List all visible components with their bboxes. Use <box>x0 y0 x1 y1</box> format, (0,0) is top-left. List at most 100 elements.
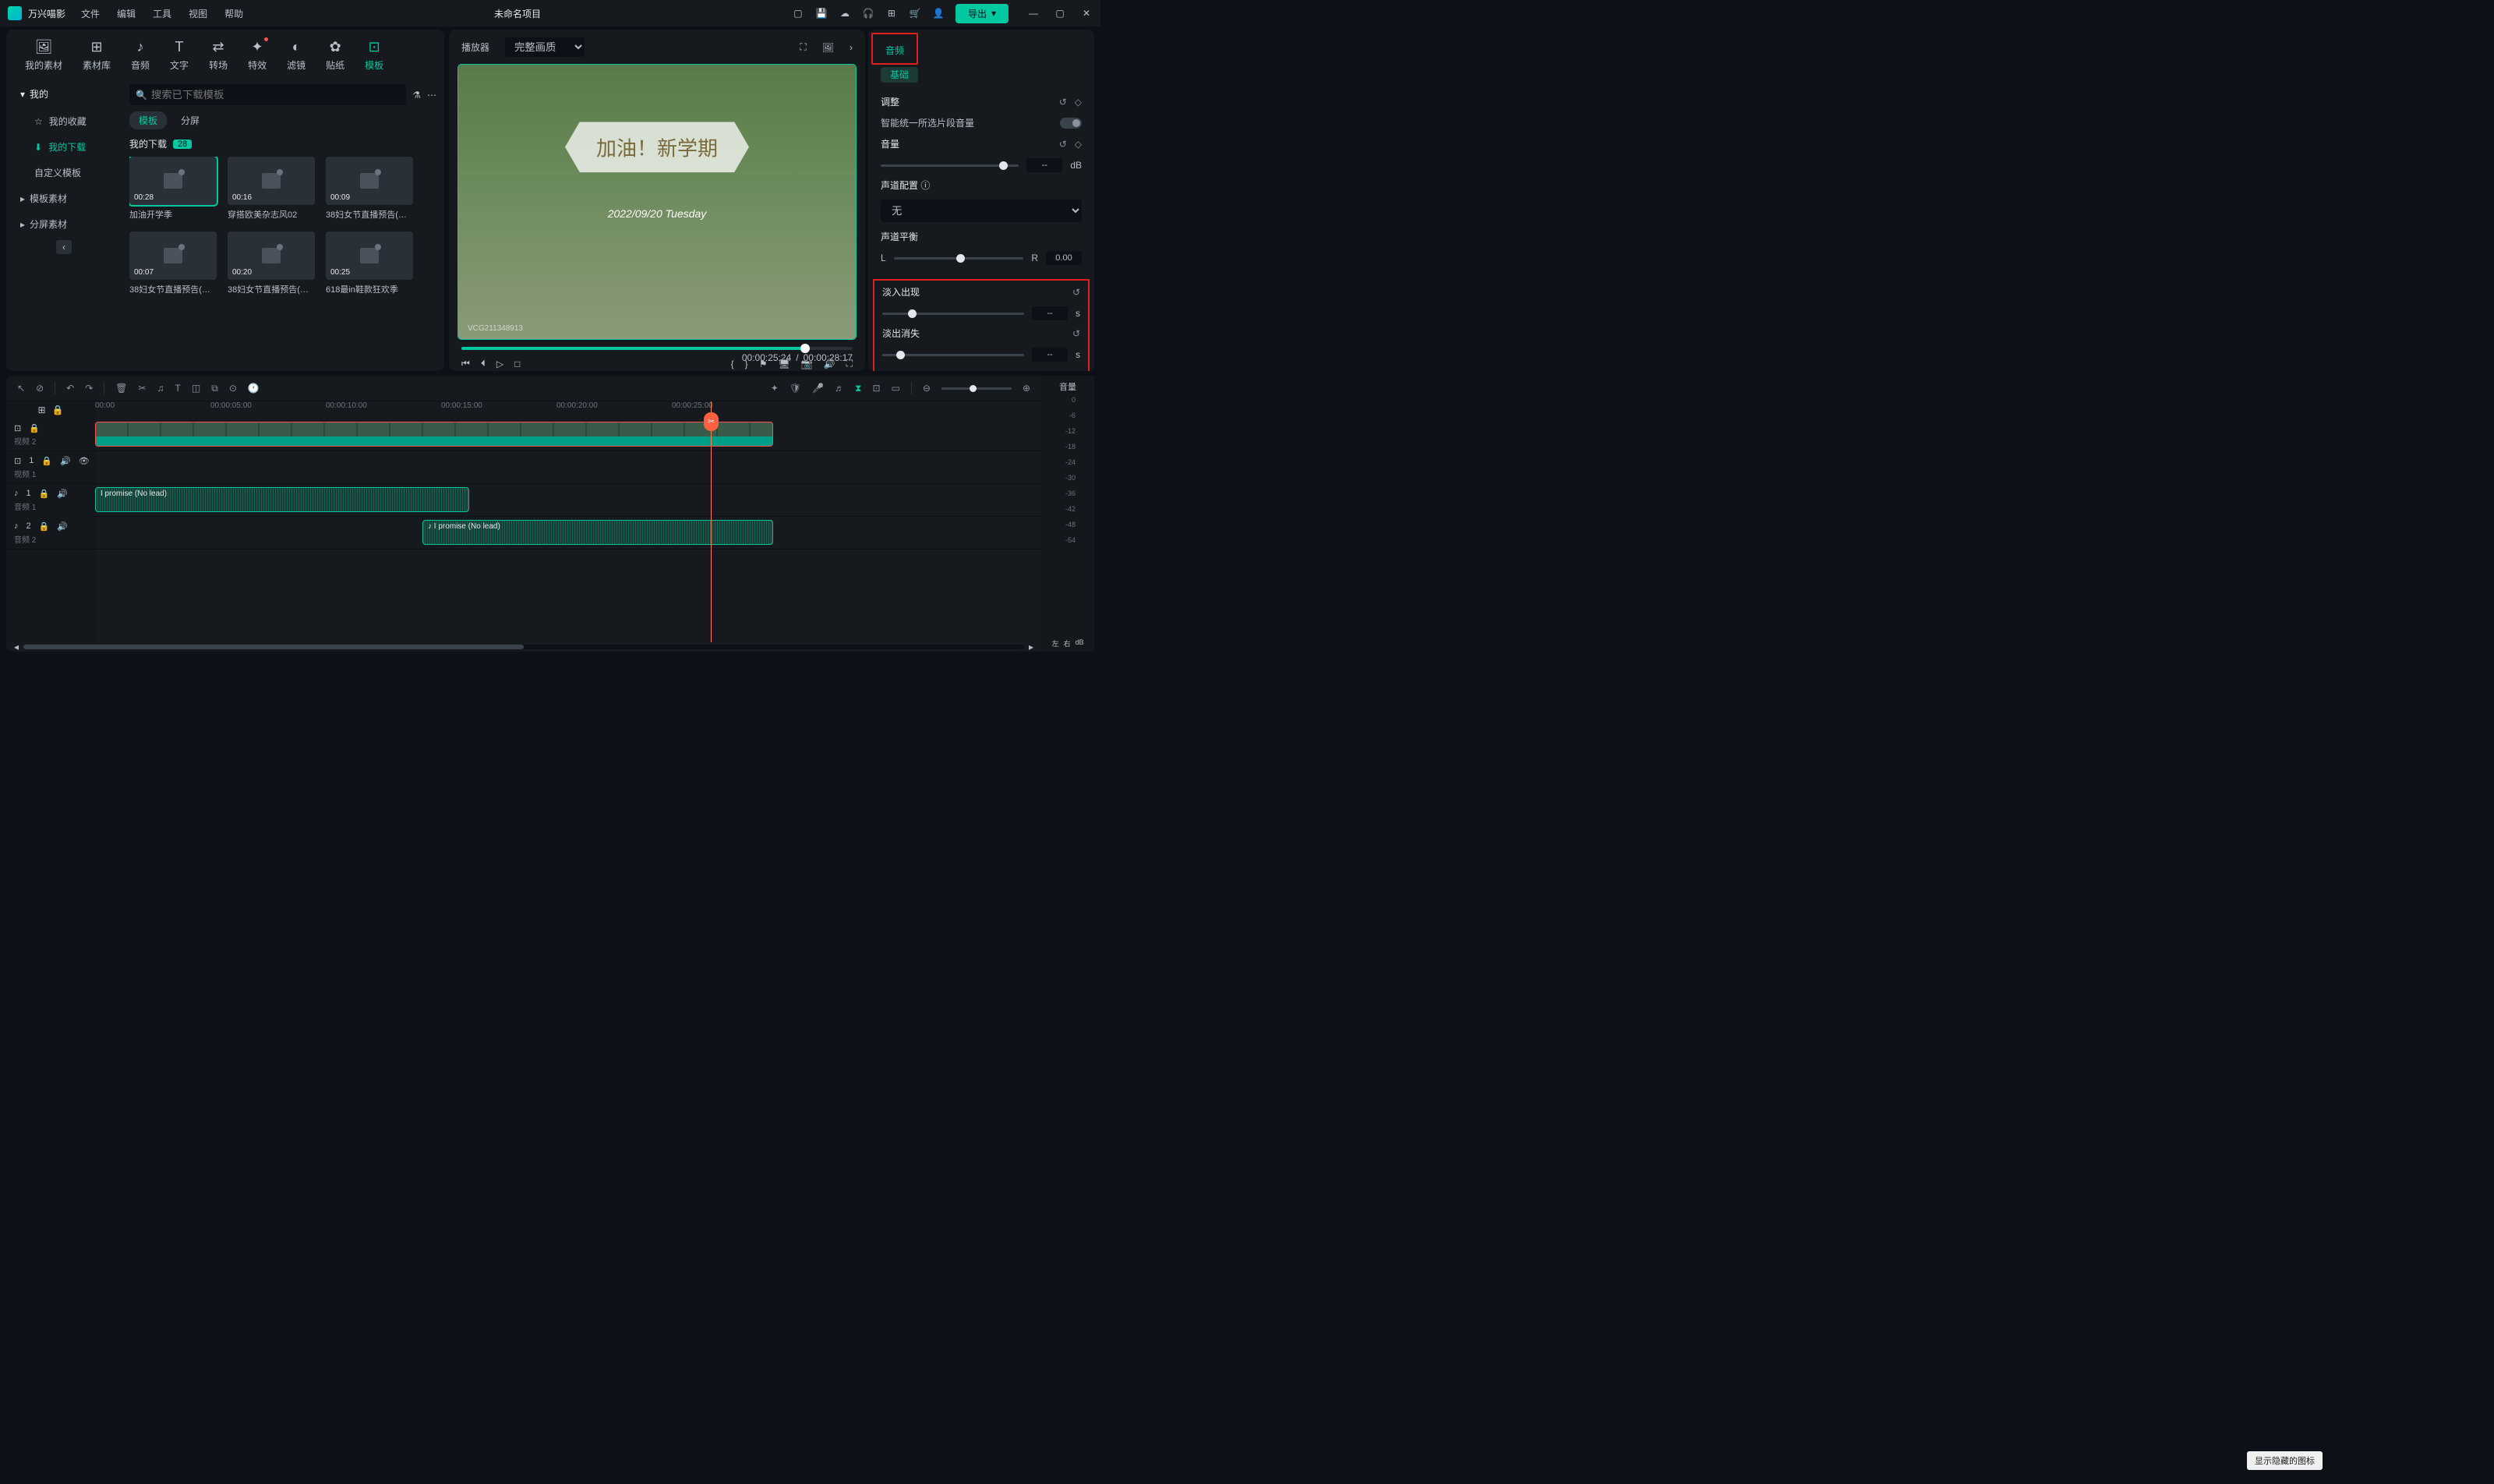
collapse-icon[interactable]: › <box>850 42 853 53</box>
asset-tab-4[interactable]: ⇄转场 <box>201 36 235 75</box>
asset-item-1[interactable]: 00:16穿搭欧美杂志风02 <box>228 157 315 221</box>
screen-icon[interactable]: ▢ <box>792 7 804 19</box>
track-video-2[interactable] <box>95 419 1041 451</box>
delete-icon[interactable]: 🗑 <box>115 383 127 394</box>
asset-tab-0[interactable]: 🖼我的素材 <box>17 36 70 75</box>
beat-icon[interactable]: ♫ <box>157 383 164 394</box>
track-head-3[interactable]: ♪2🔒🔊音频 2 <box>6 517 95 549</box>
undo-icon[interactable]: ↶ <box>66 383 74 394</box>
shield-icon[interactable]: 🛡 <box>790 383 801 394</box>
track-icon[interactable]: 🔊 <box>57 521 68 532</box>
prev-frame-icon[interactable]: ⏮ <box>461 358 470 369</box>
asset-item-4[interactable]: 00:2038妇女节直播预告(时... <box>228 231 315 295</box>
fade-out-slider[interactable] <box>882 354 1024 356</box>
reset-icon[interactable]: ↺ <box>1059 139 1067 150</box>
channel-select[interactable]: 无 <box>881 200 1082 222</box>
preview-video[interactable]: 加油！新学期 2022/09/20 Tuesday VCG211348913 <box>458 65 856 339</box>
track-icon[interactable]: ♪ <box>14 521 19 532</box>
timeline-scrollbar[interactable]: ◂▸ <box>6 642 1041 652</box>
mark-in-icon[interactable]: { <box>731 359 734 369</box>
snapshot-icon[interactable]: 🖼 <box>822 42 834 53</box>
playhead[interactable]: ✂ <box>711 401 712 642</box>
minimize-icon[interactable]: — <box>1027 7 1040 19</box>
track-icon[interactable]: 1 <box>26 489 31 499</box>
reset-icon[interactable]: ↺ <box>1072 287 1080 298</box>
clock-icon[interactable]: 🕐 <box>248 383 260 394</box>
playhead-handle[interactable]: ✂ <box>704 412 719 431</box>
sidebar-item-1[interactable]: ⬇我的下载 <box>6 134 122 160</box>
track-lock-icon[interactable]: 🔒 <box>52 405 64 415</box>
search-input[interactable] <box>129 84 406 105</box>
inspector-subtab[interactable]: 基础 <box>868 68 1094 87</box>
fade-out-value[interactable]: -- <box>1032 348 1068 362</box>
filter-icon[interactable]: ⚗ <box>412 90 421 101</box>
asset-thumb[interactable]: 00:09 <box>326 157 413 205</box>
sidebar-head[interactable]: ▾ 我的 <box>6 83 122 108</box>
track-video-1[interactable] <box>95 451 1041 484</box>
quality-select[interactable]: 完整画质 <box>505 37 585 57</box>
export-button[interactable]: 导出 ▾ <box>956 4 1009 23</box>
track-add-icon[interactable]: ⊞ <box>37 405 45 415</box>
apps-icon[interactable]: ⊞ <box>885 7 898 19</box>
sidebar-group-0[interactable]: ▸模板素材 <box>6 186 122 211</box>
play-icon[interactable]: ▷ <box>496 359 503 369</box>
asset-item-3[interactable]: 00:0738妇女节直播预告(时... <box>129 231 217 295</box>
balance-slider[interactable] <box>894 257 1024 260</box>
asset-thumb[interactable]: 00:20 <box>228 231 315 280</box>
zoom-out-icon[interactable]: ⊖ <box>923 383 931 394</box>
asset-thumb[interactable]: 00:25 <box>326 231 413 280</box>
crop-icon[interactable]: ⛶ <box>800 41 806 53</box>
link-icon[interactable]: ⧉ <box>211 383 218 394</box>
music-icon[interactable]: ♬ <box>835 383 844 394</box>
track-icon[interactable]: 🔊 <box>60 456 71 466</box>
cart-icon[interactable]: 🛒 <box>909 7 921 19</box>
asset-item-2[interactable]: 00:0938妇女节直播预告(美... <box>326 157 413 221</box>
keyframe-icon[interactable]: ◇ <box>1075 97 1082 108</box>
sidebar-item-2[interactable]: 自定义模板 <box>6 160 122 186</box>
asset-tab-6[interactable]: ◐滤镜 <box>279 36 313 75</box>
sidebar-group-1[interactable]: ▸分屏素材 <box>6 211 122 237</box>
progress-bar[interactable] <box>461 347 853 350</box>
asset-thumb[interactable]: 00:16 <box>228 157 315 205</box>
record-icon[interactable]: ⊡ <box>872 383 880 394</box>
redo-icon[interactable]: ↷ <box>85 383 93 394</box>
video-clip[interactable] <box>95 422 773 447</box>
cloud-icon[interactable]: ☁ <box>839 7 851 19</box>
asset-tab-3[interactable]: T文字 <box>162 36 196 75</box>
track-icon[interactable]: 🔊 <box>57 489 68 499</box>
menu-tools[interactable]: 工具 <box>153 7 171 20</box>
asset-subtab-0[interactable]: 模板 <box>129 111 167 129</box>
asset-item-5[interactable]: 00:25618最in鞋款狂欢季 <box>326 231 413 295</box>
close-icon[interactable]: ✕ <box>1080 7 1093 19</box>
pointer-icon[interactable]: ↖ <box>17 383 25 394</box>
fade-in-slider[interactable] <box>882 313 1024 315</box>
track-icon[interactable]: 🔒 <box>41 456 52 466</box>
progress-thumb[interactable] <box>800 344 810 353</box>
asset-thumb[interactable]: 00:07 <box>129 231 217 280</box>
help-icon[interactable]: ⓘ <box>920 180 930 191</box>
volume-slider[interactable] <box>881 164 1019 167</box>
step-back-icon[interactable]: ⏴ <box>481 358 486 369</box>
reset-icon[interactable]: ↺ <box>1059 97 1067 108</box>
asset-subtab-1[interactable]: 分屏 <box>171 111 209 129</box>
save-icon[interactable]: 💾 <box>815 7 828 19</box>
user-icon[interactable]: 👤 <box>932 7 945 19</box>
sidebar-pager[interactable]: ‹ <box>6 242 122 253</box>
track-icon[interactable]: 🔒 <box>39 489 50 499</box>
menu-file[interactable]: 文件 <box>81 7 100 20</box>
speed-icon[interactable]: ⊙ <box>229 383 237 394</box>
track-audio-1[interactable]: I promise (No lead) <box>95 484 1041 517</box>
stop-icon[interactable]: □ <box>514 359 520 369</box>
track-icon[interactable]: 🔒 <box>29 423 40 433</box>
track-icon[interactable]: 2 <box>26 521 31 532</box>
track-icon[interactable]: 👁 <box>79 456 90 466</box>
balance-value[interactable]: 0.00 <box>1046 251 1082 265</box>
track-head-0[interactable]: ⊡🔒视频 2 <box>6 419 95 451</box>
track-head-2[interactable]: ♪1🔒🔊音频 1 <box>6 484 95 517</box>
hide-icon[interactable]: ⊘ <box>36 383 44 394</box>
fade-in-value[interactable]: -- <box>1032 306 1068 320</box>
menu-help[interactable]: 帮助 <box>224 7 243 20</box>
timeline-ruler[interactable]: 00:0000:00:05:0000:00:10:0000:00:15:0000… <box>95 401 1041 419</box>
track-icon[interactable]: 1 <box>29 456 34 466</box>
sidebar-item-0[interactable]: ☆我的收藏 <box>6 108 122 134</box>
